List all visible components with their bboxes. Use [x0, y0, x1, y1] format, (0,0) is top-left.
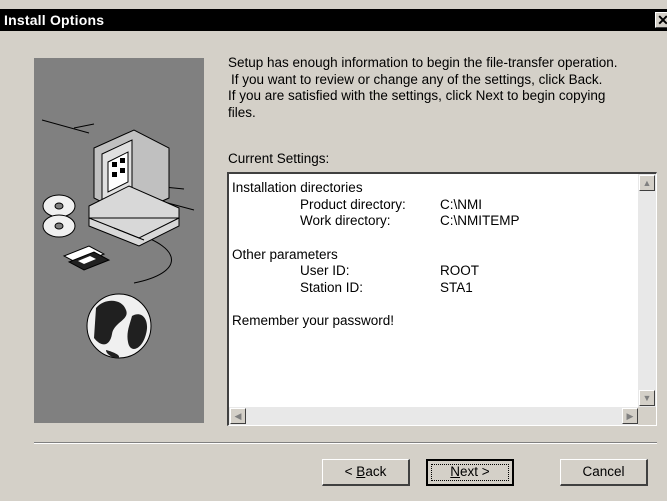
focus-rect — [431, 464, 509, 481]
back-prefix: < — [344, 464, 357, 479]
work-dir-value: C:\NMITEMP — [440, 213, 520, 228]
scroll-down-button[interactable]: ▼ — [639, 390, 655, 406]
intro-line: Setup has enough information to begin th… — [228, 55, 618, 70]
globe-icon — [86, 293, 152, 359]
work-dir-label: Work directory: — [300, 213, 391, 228]
divider — [34, 442, 657, 444]
intro-line: files. — [228, 104, 256, 120]
user-id-row: User ID: ROOT — [232, 263, 479, 280]
computer-icon — [88, 129, 180, 247]
back-accelerator: B — [356, 464, 366, 479]
cancel-button[interactable]: Cancel — [560, 459, 648, 486]
title-bar: Install Options ✕ — [0, 9, 667, 31]
station-id-value: STA1 — [440, 279, 473, 295]
horizontal-scrollbar[interactable]: ◀ ▶ — [229, 407, 639, 425]
scroll-right-button[interactable]: ▶ — [622, 408, 638, 424]
vertical-scrollbar[interactable]: ▲ ▼ — [638, 174, 656, 407]
user-id-label: User ID: — [300, 263, 350, 278]
close-button[interactable]: ✕ — [655, 12, 667, 28]
intro-text: Setup has enough information to begin th… — [228, 55, 658, 121]
station-id-label: Station ID: — [300, 279, 364, 295]
other-params-header: Other parameters — [232, 246, 338, 262]
work-dir-row: Work directory: C:\NMITEMP — [232, 213, 520, 230]
window-title: Install Options — [4, 12, 105, 28]
product-dir-row: Product directory: C:\NMI — [232, 197, 482, 214]
product-dir-label: Product directory: — [300, 196, 406, 212]
scroll-left-button[interactable]: ◀ — [230, 408, 246, 424]
install-options-dialog: Install Options ✕ Setup has enough infor… — [0, 0, 667, 501]
station-id-row: Station ID: STA1 — [232, 279, 473, 297]
next-button[interactable]: Next > — [426, 459, 514, 486]
current-settings-textbox[interactable]: Installation directories Product directo… — [227, 172, 657, 426]
scrollbar-corner — [638, 407, 656, 425]
settings-content: Installation directories Product directo… — [232, 180, 520, 330]
cd-icon — [42, 194, 76, 238]
setup-illustration — [34, 58, 204, 423]
scroll-up-button[interactable]: ▲ — [639, 175, 655, 191]
password-reminder: Remember your password! — [232, 313, 395, 328]
installation-header: Installation directories — [232, 180, 363, 195]
current-settings-label: Current Settings: — [228, 151, 330, 166]
back-label-rest: ack — [365, 464, 387, 479]
user-id-value: ROOT — [440, 263, 479, 278]
back-button[interactable]: < Back — [322, 459, 410, 486]
intro-line: If you want to review or change any of t… — [231, 71, 603, 87]
product-dir-value: C:\NMI — [440, 196, 482, 212]
intro-line: If you are satisfied with the settings, … — [228, 88, 606, 103]
floppy-icon — [62, 245, 111, 271]
